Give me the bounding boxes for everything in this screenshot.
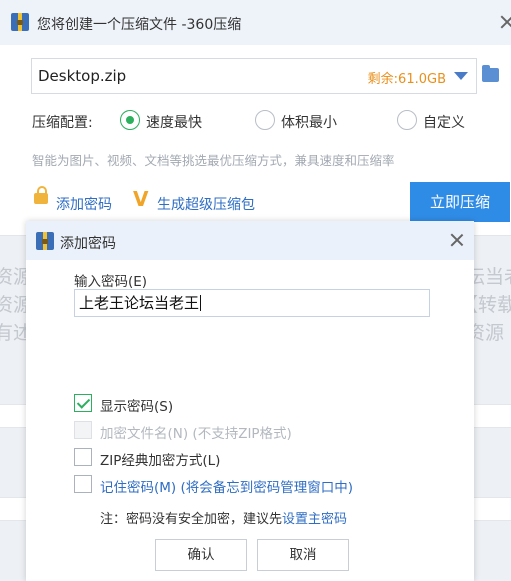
remember-password-label[interactable]: 记住密码(M) (将会备忘到密码管理窗口中) (100, 476, 353, 496)
dialog-close-icon[interactable] (449, 232, 465, 248)
security-note-text: 注：密码没有安全加密，建议先 (100, 512, 283, 527)
close-icon[interactable] (499, 14, 511, 30)
compress-config-label: 压缩配置: (32, 115, 93, 131)
zip-classic-encryption-checkbox[interactable] (74, 448, 92, 466)
radio-smallest[interactable] (255, 110, 275, 130)
bg-panel-right-2 (474, 497, 511, 521)
radio-custom-label[interactable]: 自定义 (423, 112, 465, 132)
super-package-icon[interactable]: V (133, 187, 148, 211)
password-input-label: 输入密码(E) (74, 274, 148, 290)
show-password-checkbox[interactable] (74, 394, 92, 412)
bg-panel-left-2 (0, 497, 26, 521)
cancel-button[interactable]: 取消 (257, 539, 349, 571)
folder-icon[interactable] (482, 65, 499, 82)
password-input-value: 上老王论坛当老王 (79, 294, 200, 312)
confirm-button[interactable]: 确认 (155, 539, 247, 571)
encrypt-filenames-label: 加密文件名(N) (不支持ZIP格式) (100, 426, 292, 442)
archive-path-value: Desktop.zip (38, 67, 127, 85)
compress-window-title: 您将创建一个压缩文件 -360压缩 (37, 17, 242, 33)
encrypt-filenames-checkbox (74, 421, 92, 439)
dialog-titlebar: 添加密码 (26, 221, 474, 260)
compress-window-titlebar: 您将创建一个压缩文件 -360压缩 (0, 0, 511, 45)
compress-hint-text: 智能为图片、视频、文档等挑选最优压缩方式，兼具速度和压缩率 (32, 153, 395, 168)
radio-smallest-label[interactable]: 体积最小 (281, 112, 337, 132)
free-space-label: 剩余:61.0GB (367, 72, 446, 87)
lock-icon[interactable] (34, 186, 48, 204)
chevron-down-icon[interactable] (454, 72, 468, 80)
compress-window: 您将创建一个压缩文件 -360压缩 Desktop.zip 剩余:61.0GB … (0, 0, 511, 236)
bg-panel-left-1 (0, 404, 26, 428)
super-package-link[interactable]: 生成超级压缩包 (157, 194, 255, 214)
bg-panel-right-1 (474, 404, 511, 428)
add-password-dialog: 添加密码 输入密码(E) 上老王论坛当老王 显示密码(S) 加密文件名(N) (… (26, 221, 474, 581)
radio-fastest[interactable] (120, 110, 140, 130)
show-password-label[interactable]: 显示密码(S) (100, 395, 173, 415)
dialog-app-icon (36, 232, 54, 250)
add-password-link[interactable]: 添加密码 (56, 194, 112, 214)
archive-path-field[interactable]: Desktop.zip 剩余:61.0GB (31, 58, 477, 94)
dialog-title: 添加密码 (60, 236, 116, 252)
archive-app-icon (11, 13, 29, 31)
security-note: 注：密码没有安全加密，建议先设置主密码 (100, 508, 347, 527)
radio-custom[interactable] (397, 110, 417, 130)
zip-classic-encryption-label[interactable]: ZIP经典加密方式(L) (100, 449, 220, 469)
password-input[interactable]: 上老王论坛当老王 (74, 289, 430, 317)
compress-now-button[interactable]: 立即压缩 (410, 182, 510, 222)
remember-password-checkbox[interactable] (74, 475, 92, 493)
set-master-password-link[interactable]: 设置主密码 (282, 512, 347, 527)
radio-fastest-label[interactable]: 速度最快 (146, 112, 202, 132)
